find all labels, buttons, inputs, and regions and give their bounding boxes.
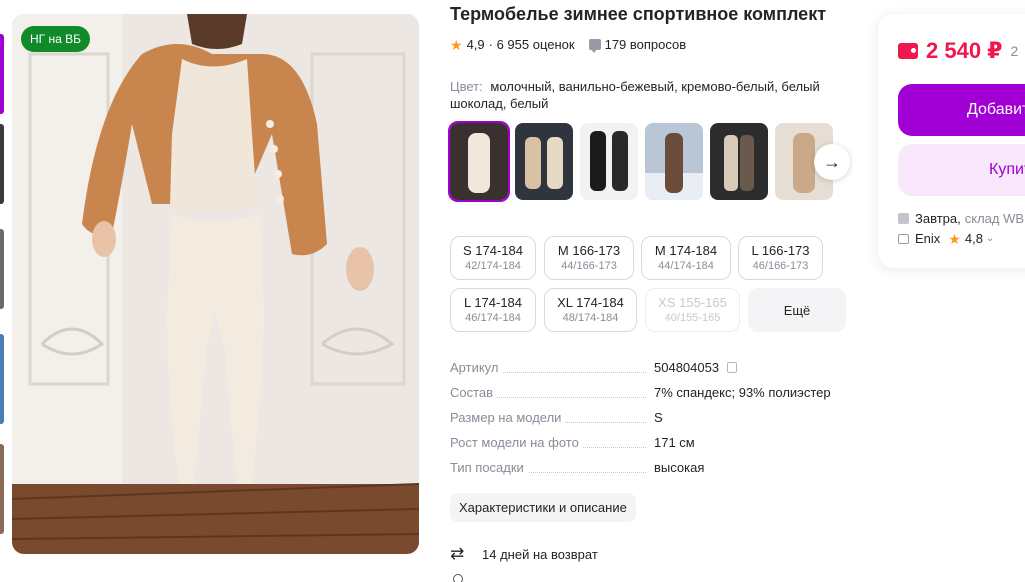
spec-row: Артикул 504804053 bbox=[450, 360, 850, 378]
swatch-image bbox=[515, 123, 573, 200]
returns-info: ⇄ 14 дней на возврат bbox=[450, 545, 598, 563]
thumbnail-strip[interactable] bbox=[0, 14, 4, 554]
promo-badge: НГ на ВБ bbox=[21, 26, 91, 52]
characteristics-button[interactable]: Характеристики и описание bbox=[450, 493, 636, 522]
product-title: Термобелье зимнее спортивное комплект bbox=[450, 4, 827, 24]
size-sub: 46/174-184 bbox=[465, 312, 521, 324]
spec-value: S bbox=[654, 410, 663, 425]
size-label: M 166-173 bbox=[557, 243, 621, 258]
info-icon bbox=[453, 574, 463, 582]
add-to-cart-button[interactable]: Добавить в корзину bbox=[898, 84, 1025, 136]
color-swatch-2[interactable] bbox=[515, 123, 573, 200]
star-icon: ★ bbox=[948, 230, 961, 247]
star-icon: ★ bbox=[450, 36, 463, 53]
size-label: M 174-184 bbox=[654, 243, 718, 258]
thumbnail[interactable] bbox=[0, 229, 4, 309]
questions-count[interactable]: 179 вопросов bbox=[605, 37, 687, 52]
seller-info[interactable]: Enix ★ 4,8 ⌄ bbox=[898, 231, 994, 246]
color-swatch-3[interactable] bbox=[580, 123, 638, 200]
size-option-unavailable: XS 155-165 40/155-165 bbox=[645, 288, 740, 332]
thumbnail-active-marker[interactable] bbox=[0, 34, 4, 114]
price-row: 2 540 ₽ 2 bbox=[898, 38, 1018, 64]
rating-row[interactable]: ★ 4,9 · 6 955 оценок 179 вопросов bbox=[450, 36, 687, 53]
size-option[interactable]: M 174-184 44/174-184 bbox=[641, 236, 731, 280]
spec-row: Размер на модели S bbox=[450, 410, 850, 428]
price: 2 540 ₽ bbox=[926, 38, 1003, 63]
box-icon bbox=[898, 213, 909, 224]
seller-rating: 4,8 bbox=[964, 231, 983, 246]
product-photo-illustration bbox=[12, 14, 419, 554]
size-option[interactable]: S 174-184 42/174-184 bbox=[450, 236, 536, 280]
size-label: S 174-184 bbox=[463, 243, 523, 258]
swatch-image bbox=[580, 123, 638, 200]
size-sub: 48/174-184 bbox=[562, 312, 619, 324]
delivery-info: Завтра, склад WB bbox=[898, 211, 1024, 226]
size-option[interactable]: M 166-173 44/166-173 bbox=[544, 236, 634, 280]
spec-row: Тип посадки высокая bbox=[450, 460, 850, 478]
spec-label: Рост модели на фото bbox=[450, 435, 583, 450]
delivery-place: склад WB bbox=[964, 211, 1025, 226]
size-label: XS 155-165 bbox=[658, 295, 727, 310]
color-swatch-4[interactable] bbox=[645, 123, 703, 200]
size-option[interactable]: XL 174-184 48/174-184 bbox=[544, 288, 637, 332]
main-product-photo[interactable] bbox=[12, 14, 419, 554]
size-sub: 44/166-173 bbox=[561, 260, 617, 272]
delivery-day: Завтра, bbox=[915, 211, 961, 226]
copy-icon[interactable] bbox=[727, 362, 738, 373]
size-option[interactable]: L 174-184 46/174-184 bbox=[450, 288, 536, 332]
reviews-count[interactable]: · 6 955 оценок bbox=[489, 37, 575, 52]
spec-label: Размер на модели bbox=[450, 410, 566, 425]
spec-label: Артикул bbox=[450, 360, 503, 375]
size-sub: 40/155-165 bbox=[664, 312, 721, 324]
returns-text: 14 дней на возврат bbox=[482, 546, 598, 562]
rating-value: 4,9 bbox=[466, 37, 485, 52]
size-sub: 46/166-173 bbox=[752, 260, 809, 272]
size-option[interactable]: L 166-173 46/166-173 bbox=[738, 236, 823, 280]
spec-row: Рост модели на фото 171 см bbox=[450, 435, 850, 453]
size-label: XL 174-184 bbox=[557, 295, 624, 310]
size-sub: 44/174-184 bbox=[658, 260, 714, 272]
swatch-image bbox=[710, 123, 768, 200]
next-arrow-icon[interactable]: → bbox=[814, 144, 850, 180]
shop-icon bbox=[898, 233, 909, 244]
color-label: Цвет: bbox=[450, 79, 483, 94]
spec-value: высокая bbox=[654, 460, 705, 475]
spec-label: Состав bbox=[450, 385, 498, 400]
seller-name[interactable]: Enix bbox=[915, 231, 940, 246]
spec-label: Тип посадки bbox=[450, 460, 528, 475]
color-value: молочный, ванильно-бежевый, кремово-белы… bbox=[450, 79, 820, 111]
color-swatch-1[interactable] bbox=[448, 121, 510, 202]
thumbnail[interactable] bbox=[0, 444, 4, 534]
buy-now-button[interactable]: Купить сейчас bbox=[898, 144, 1025, 196]
color-swatches: → bbox=[448, 121, 850, 202]
spec-value-article: 504804053 bbox=[654, 360, 738, 375]
wallet-icon bbox=[898, 43, 918, 59]
size-label: L 166-173 bbox=[751, 243, 810, 258]
swatch-image bbox=[450, 123, 508, 200]
price-card: 2 540 ₽ 2 Добавить в корзину Купить сейч… bbox=[878, 14, 1025, 268]
questions-icon bbox=[588, 39, 601, 53]
old-price: 2 bbox=[1010, 43, 1019, 59]
spec-row: Состав 7% спандекс; 93% полиэстер bbox=[450, 385, 850, 403]
more-sizes-button[interactable]: Ещё bbox=[748, 288, 846, 332]
thumbnail[interactable] bbox=[0, 124, 4, 204]
size-label: L 174-184 bbox=[463, 295, 523, 310]
thumbnail[interactable] bbox=[0, 334, 4, 424]
color-row: Цвет: молочный, ванильно-бежевый, кремов… bbox=[450, 78, 840, 112]
size-sub: 42/174-184 bbox=[465, 260, 521, 272]
article-number: 504804053 bbox=[654, 360, 720, 375]
spec-value: 7% спандекс; 93% полиэстер bbox=[654, 385, 831, 400]
swatch-image bbox=[645, 123, 703, 200]
chevron-down-icon[interactable]: ⌄ bbox=[986, 233, 994, 244]
spec-value: 171 см bbox=[654, 435, 695, 450]
return-arrows-icon: ⇄ bbox=[450, 544, 465, 563]
color-swatch-5[interactable] bbox=[710, 123, 768, 200]
